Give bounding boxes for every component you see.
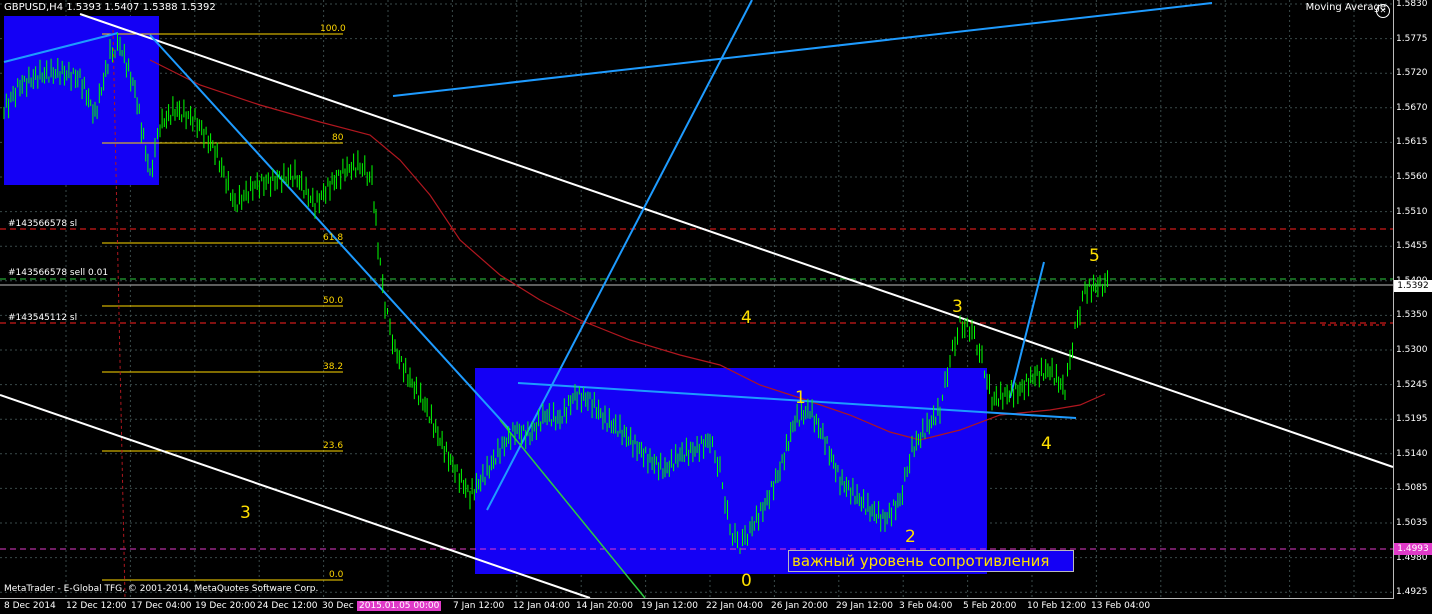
current-price-box: 1.5392 (1394, 280, 1432, 292)
price-tick-label: 1.5510 (1396, 206, 1428, 217)
order-label-sell[interactable]: #143566578 sell 0.01 (8, 268, 108, 278)
fib-label-23-6: 23.6 (323, 441, 344, 451)
price-tick-label: 1.5670 (1396, 102, 1428, 113)
price-tick-label: 1.5775 (1396, 33, 1428, 44)
time-tick-label: 2015.01.05 00:00 (357, 601, 442, 611)
time-tick-label: 14 Jan 20:00 (576, 601, 633, 611)
price-tick-label: 1.5035 (1396, 518, 1428, 528)
time-tick-label: 22 Jan 04:00 (706, 601, 763, 611)
time-tick-label: 3 Feb 04:00 (899, 601, 953, 611)
time-tick-label: 29 Jan 12:00 (836, 601, 893, 611)
time-tick-label: 13 Feb 04:00 (1091, 601, 1151, 611)
fib-label-38-2: 38.2 (323, 362, 344, 372)
wave-label-3-right: 3 (952, 297, 963, 317)
price-tick-label: 1.5830 (1396, 0, 1428, 9)
price-tick-label: 1.5560 (1396, 172, 1428, 182)
wave-label-2: 2 (905, 527, 916, 547)
time-tick-label: 7 Jan 12:00 (453, 601, 505, 611)
price-tick-label: 1.5615 (1396, 137, 1428, 148)
time-axis[interactable] (0, 598, 1394, 599)
price-chart[interactable] (0, 0, 1432, 614)
price-tick-label: 1.5300 (1396, 345, 1428, 355)
time-tick-label: 19 Jan 12:00 (641, 601, 698, 611)
indicator-label[interactable]: Moving Average (1306, 2, 1386, 13)
price-tick-label: 1.5720 (1396, 68, 1428, 79)
wave-label-1: 1 (795, 388, 806, 408)
price-axis[interactable] (1393, 0, 1432, 598)
fib-label-100: 100.0 (320, 24, 346, 34)
fib-label-50: 50.0 (323, 296, 344, 306)
close-indicator-icon[interactable]: ✕ (1376, 4, 1390, 18)
chart-symbol-label: GBPUSD,H4 1.5393 1.5407 1.5388 1.5392 (4, 2, 216, 13)
trendline-long (392, 2, 1213, 97)
time-tick-label: 30 Dec (322, 601, 354, 611)
order-label-sl-2[interactable]: #143545112 sl (8, 313, 77, 323)
time-tick-label: 12 Dec 12:00 (66, 601, 127, 611)
wave-label-5: 5 (1089, 246, 1100, 266)
price-tick-label: 1.4925 (1396, 587, 1428, 598)
price-tick-label: 1.5085 (1396, 483, 1428, 494)
resistance-annotation[interactable]: важный уровень сопротивления (788, 550, 1074, 572)
time-tick-label: 24 Dec 12:00 (257, 601, 318, 611)
fib-label-80: 80 (332, 133, 344, 143)
level-price-box: 1.4993 (1394, 543, 1432, 555)
order-label-sl-1[interactable]: #143566578 sl (8, 219, 77, 229)
price-tick-label: 1.5245 (1396, 379, 1428, 390)
fib-label-0: 0.0 (329, 570, 344, 580)
time-tick-label: 8 Dec 2014 (4, 601, 56, 611)
time-tick-label: 5 Feb 20:00 (963, 601, 1017, 611)
price-tick-label: 1.5350 (1396, 310, 1428, 321)
time-tick-label: 12 Jan 04:00 (513, 601, 570, 611)
time-tick-label: 17 Dec 04:00 (131, 601, 192, 611)
price-tick-label: 1.5195 (1396, 414, 1428, 425)
time-tick-label: 10 Feb 12:00 (1027, 601, 1087, 611)
wave-label-0: 0 (741, 571, 752, 591)
time-tick-label: 19 Dec 20:00 (195, 601, 256, 611)
footer-copyright: MetaTrader - E-Global TFG, © 2001-2014, … (4, 584, 319, 594)
fib-label-61-8: 61.8 (323, 233, 344, 243)
wave-label-4-mid: 4 (741, 308, 752, 328)
time-tick-label: 26 Jan 20:00 (771, 601, 828, 611)
price-tick-label: 1.5455 (1396, 241, 1428, 252)
wave-label-3-left: 3 (240, 503, 251, 523)
price-tick-label: 1.5140 (1396, 448, 1428, 459)
wave-label-4-right: 4 (1041, 434, 1052, 454)
